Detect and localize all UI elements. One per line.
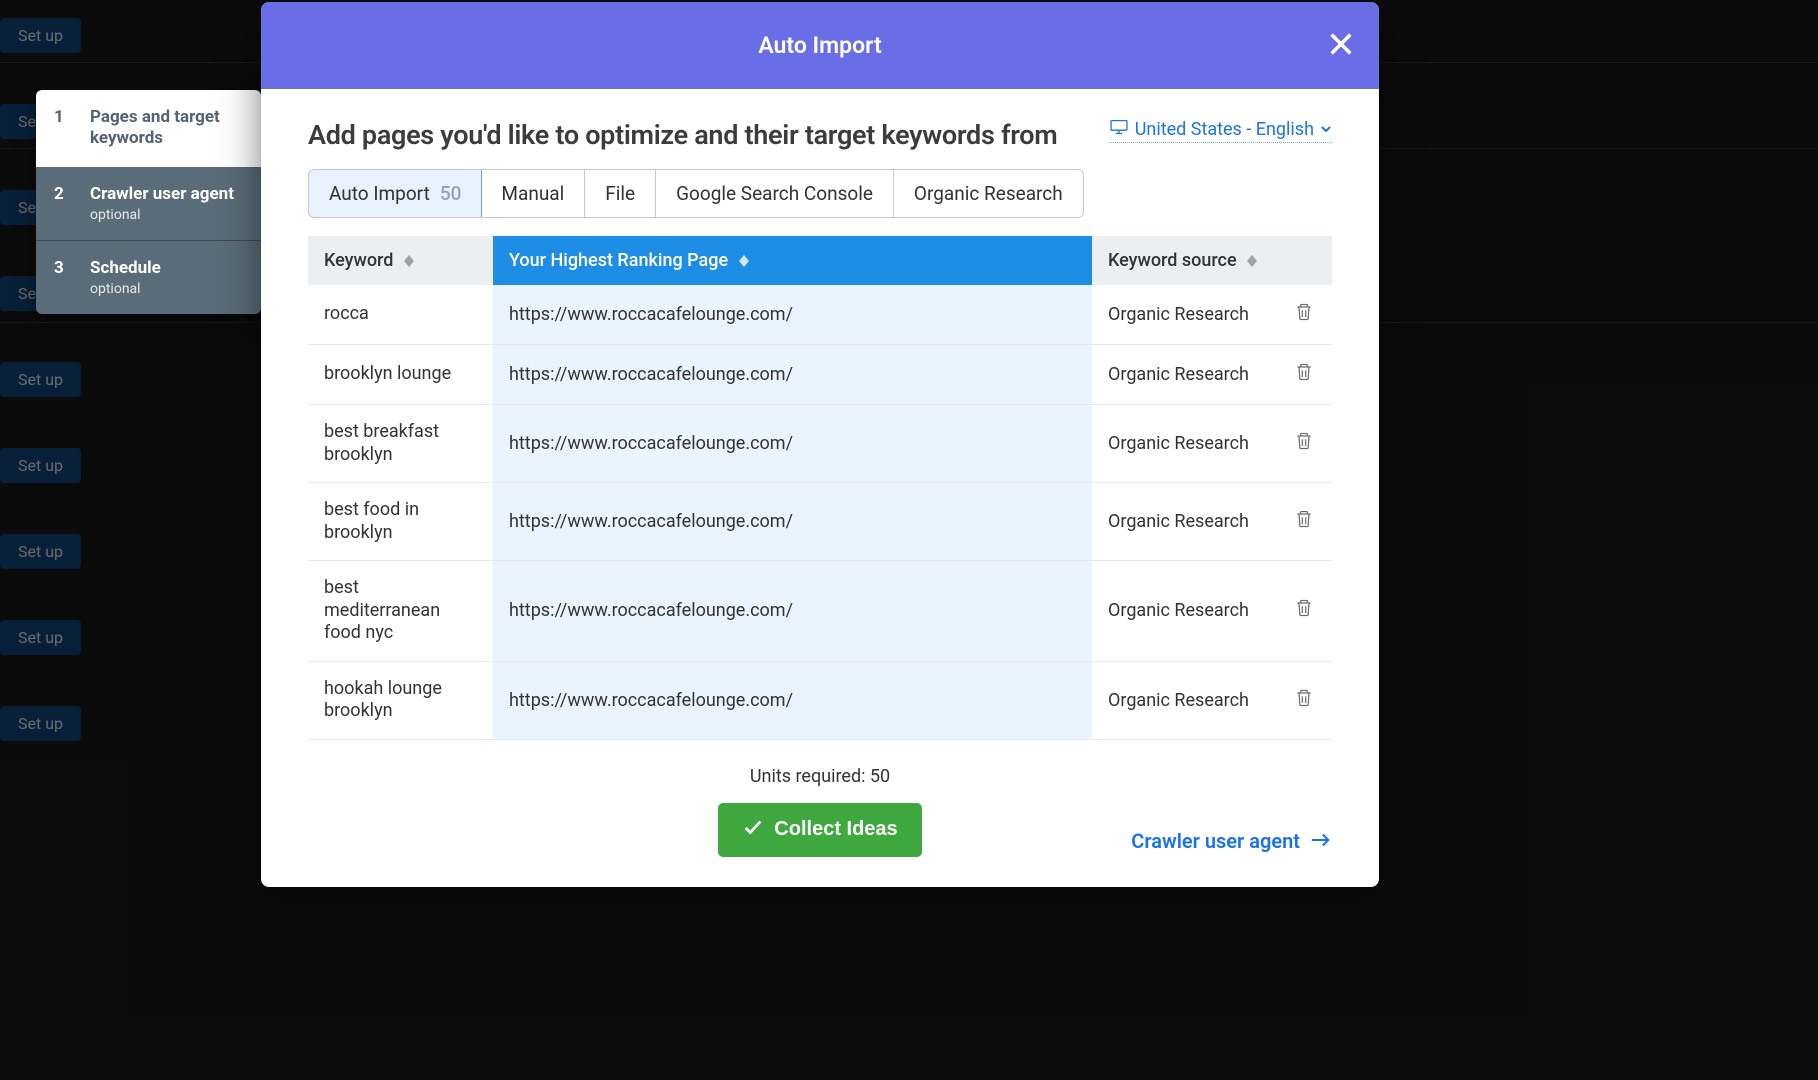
trash-icon — [1294, 307, 1314, 328]
trash-icon — [1294, 693, 1314, 714]
column-highest-ranking-page[interactable]: Your Highest Ranking Page — [493, 236, 1092, 285]
table-row: rocca https://www.roccacafelounge.com/ O… — [308, 285, 1332, 345]
cell-keyword: hookah lounge brooklyn — [308, 661, 493, 739]
cell-page: https://www.roccacafelounge.com/ — [493, 561, 1092, 662]
auto-import-modal: Auto Import Add pages you'd like to opti… — [261, 2, 1379, 887]
sort-icon — [404, 255, 414, 267]
close-button[interactable] — [1327, 30, 1355, 62]
tab-label: File — [605, 182, 635, 205]
chevron-down-icon — [1320, 119, 1332, 140]
cell-keyword: best food in brooklyn — [308, 483, 493, 561]
step-title: Schedule — [90, 258, 161, 279]
table-row: brooklyn lounge https://www.roccacafelou… — [308, 345, 1332, 405]
table-row: best mediterranean food nyc https://www.… — [308, 561, 1332, 662]
delete-row-button[interactable] — [1294, 367, 1314, 388]
cell-source: Organic Research — [1092, 561, 1277, 662]
table-row: best food in brooklyn https://www.roccac… — [308, 483, 1332, 561]
units-required: Units required: 50 — [750, 766, 890, 787]
modal-footer: Units required: 50 Collect Ideas Crawler… — [261, 740, 1379, 887]
cell-keyword: brooklyn lounge — [308, 345, 493, 405]
modal-heading: Add pages you'd like to optimize and the… — [308, 119, 1057, 151]
trash-icon — [1294, 603, 1314, 624]
cell-page: https://www.roccacafelounge.com/ — [493, 483, 1092, 561]
cell-page: https://www.roccacafelounge.com/ — [493, 405, 1092, 483]
tab-count: 50 — [440, 182, 462, 205]
step-pages-keywords[interactable]: 1 Pages and target keywords — [36, 90, 261, 167]
step-title: Pages and target keywords — [90, 107, 243, 150]
tab-manual[interactable]: Manual — [481, 170, 585, 217]
column-keyword-source[interactable]: Keyword source — [1092, 236, 1332, 285]
column-label: Your Highest Ranking Page — [509, 250, 728, 271]
cell-page: https://www.roccacafelounge.com/ — [493, 661, 1092, 739]
column-label: Keyword source — [1108, 250, 1237, 271]
cell-source: Organic Research — [1092, 483, 1277, 561]
tab-auto-import[interactable]: Auto Import 50 — [308, 169, 482, 218]
link-label: Crawler user agent — [1131, 829, 1300, 853]
cell-keyword: best breakfast brooklyn — [308, 405, 493, 483]
delete-row-button[interactable] — [1294, 603, 1314, 624]
tab-file[interactable]: File — [585, 170, 656, 217]
column-label: Keyword — [324, 250, 393, 271]
cell-page: https://www.roccacafelounge.com/ — [493, 345, 1092, 405]
step-schedule[interactable]: 3 Schedule optional — [36, 241, 261, 314]
tab-organic-research[interactable]: Organic Research — [894, 170, 1083, 217]
collect-ideas-button[interactable]: Collect Ideas — [718, 803, 921, 857]
trash-icon — [1294, 367, 1314, 388]
arrow-right-icon — [1310, 829, 1332, 853]
next-step-link[interactable]: Crawler user agent — [1131, 829, 1332, 853]
delete-row-button[interactable] — [1294, 436, 1314, 457]
modal-header: Auto Import — [261, 2, 1379, 89]
step-crawler-user-agent[interactable]: 2 Crawler user agent optional — [36, 167, 261, 240]
modal-title: Auto Import — [758, 32, 881, 59]
import-tabs: Auto Import 50 Manual File Google Search… — [308, 169, 1084, 218]
locale-selector[interactable]: United States - English — [1109, 119, 1332, 143]
check-icon — [742, 816, 764, 844]
cell-source: Organic Research — [1092, 661, 1277, 739]
monitor-icon — [1109, 119, 1129, 140]
cell-page: https://www.roccacafelounge.com/ — [493, 285, 1092, 345]
trash-icon — [1294, 514, 1314, 535]
trash-icon — [1294, 436, 1314, 457]
delete-row-button[interactable] — [1294, 693, 1314, 714]
tab-label: Organic Research — [914, 182, 1063, 205]
sort-icon — [1247, 255, 1257, 267]
step-number: 1 — [54, 107, 72, 150]
cell-keyword: best mediterranean food nyc — [308, 561, 493, 662]
delete-row-button[interactable] — [1294, 514, 1314, 535]
button-label: Collect Ideas — [774, 818, 897, 841]
table-row: hookah lounge brooklyn https://www.rocca… — [308, 661, 1332, 739]
step-number: 2 — [54, 184, 72, 223]
cell-source: Organic Research — [1092, 285, 1277, 345]
delete-row-button[interactable] — [1294, 307, 1314, 328]
tab-google-search-console[interactable]: Google Search Console — [656, 170, 894, 217]
step-title: Crawler user agent — [90, 184, 234, 205]
keywords-table: Keyword Your Highest Ranking Page — [308, 236, 1332, 740]
sort-icon — [739, 255, 749, 267]
step-number: 3 — [54, 258, 72, 297]
cell-source: Organic Research — [1092, 345, 1277, 405]
step-subtitle: optional — [90, 207, 234, 223]
tab-label: Google Search Console — [676, 182, 873, 205]
column-keyword[interactable]: Keyword — [308, 236, 493, 285]
locale-label: United States - English — [1135, 119, 1314, 140]
table-row: best breakfast brooklyn https://www.rocc… — [308, 405, 1332, 483]
wizard-steps: 1 Pages and target keywords 2 Crawler us… — [36, 90, 261, 314]
step-subtitle: optional — [90, 281, 161, 297]
cell-keyword: rocca — [308, 285, 493, 345]
tab-label: Auto Import — [329, 182, 430, 205]
tab-label: Manual — [501, 182, 564, 205]
cell-source: Organic Research — [1092, 405, 1277, 483]
close-icon — [1327, 43, 1355, 62]
